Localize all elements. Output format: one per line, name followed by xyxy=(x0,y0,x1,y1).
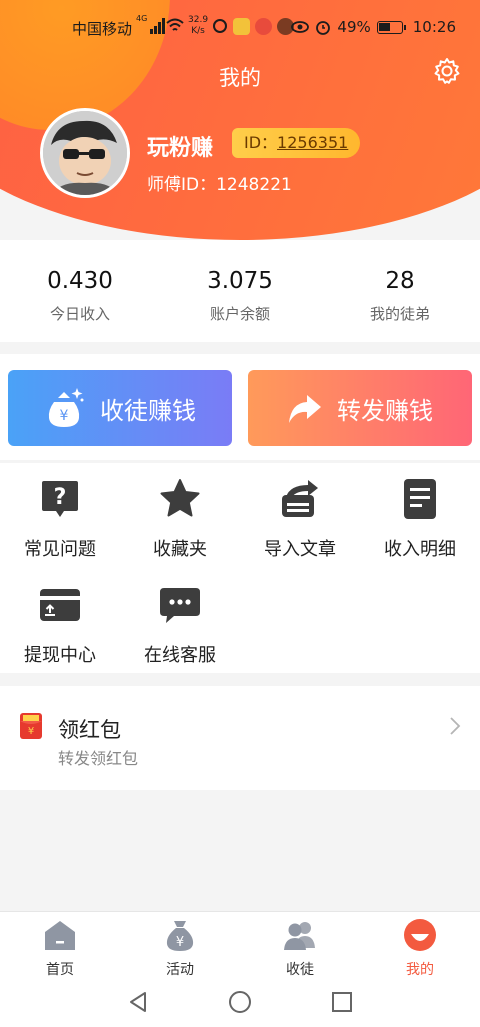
avatar-image xyxy=(43,111,127,195)
money-bag-icon: ¥ xyxy=(166,921,194,951)
master-id-label: 师傅ID： xyxy=(147,175,217,195)
document-icon xyxy=(404,479,436,519)
tab-label: 我的 xyxy=(406,962,434,978)
svg-text:¥: ¥ xyxy=(176,935,184,950)
avatar[interactable] xyxy=(40,108,130,198)
signal-icon xyxy=(138,18,165,34)
battery-icon xyxy=(376,20,406,34)
speed-value: 32.9 xyxy=(188,15,209,25)
profile-header: 中国移动 4G 32.9 K/s 49% 10:26 我的 玩粉赚 ID：125… xyxy=(0,0,480,240)
wifi-icon xyxy=(166,18,184,31)
menu-item-label: 收藏夹 xyxy=(153,539,207,560)
recruit-button[interactable]: ¥ 收徒赚钱 xyxy=(8,370,232,446)
money-bag-icon: ¥ xyxy=(48,388,84,427)
network-speed: 32.9 K/s xyxy=(188,15,208,37)
clock: 10:26 xyxy=(412,18,456,36)
stat-value: 28 xyxy=(385,268,415,294)
tab-label: 活动 xyxy=(166,962,194,978)
stat-label: 账户余额 xyxy=(209,305,270,323)
card-icon xyxy=(40,589,80,621)
menu-item-label: 导入文章 xyxy=(264,539,336,560)
recent-apps-icon[interactable] xyxy=(331,990,353,1014)
id-label: ID： xyxy=(244,133,278,152)
carrier-label: 中国移动 xyxy=(72,20,133,38)
system-nav-bar xyxy=(0,980,480,1027)
eye-icon xyxy=(291,21,310,33)
stat-label: 我的徒弟 xyxy=(369,305,430,323)
chevron-right-icon xyxy=(450,717,461,735)
tab-recruit[interactable]: 收徒 xyxy=(240,912,360,980)
master-id: 师傅ID：1248221 xyxy=(147,170,292,195)
tab-activity[interactable]: ¥ 活动 xyxy=(120,912,240,980)
feature-grid: ? 常见问题 收藏夹 导入文章 收入明细 提现中心 在线客服 xyxy=(0,463,480,673)
stat-account-balance[interactable]: 3.075 账户余额 xyxy=(160,240,320,342)
menu-item-favorites[interactable]: 收藏夹 xyxy=(120,477,240,561)
status-bar: 中国移动 4G 32.9 K/s 49% 10:26 xyxy=(0,0,480,56)
menu-item-label: 提现中心 xyxy=(24,645,96,666)
menu-item-import-article[interactable]: 导入文章 xyxy=(240,477,360,561)
back-icon[interactable] xyxy=(127,990,149,1014)
forward-arrow-icon xyxy=(289,395,321,423)
notification-icons xyxy=(212,18,294,35)
tab-label: 首页 xyxy=(46,962,74,978)
recruit-button-label: 收徒赚钱 xyxy=(100,396,196,425)
tab-home[interactable]: 首页 xyxy=(0,912,120,980)
sync-icon xyxy=(213,19,227,33)
stat-label: 今日收入 xyxy=(49,305,110,323)
menu-item-label: 在线客服 xyxy=(144,645,216,666)
speed-unit: K/s xyxy=(191,26,205,36)
share-button[interactable]: 转发赚钱 xyxy=(248,370,472,446)
battery-percent: 49% xyxy=(337,18,371,36)
question-icon: ? xyxy=(42,481,78,517)
status-right: 49% 10:26 xyxy=(291,18,456,36)
action-buttons: ¥ 收徒赚钱 转发赚钱 xyxy=(0,354,480,460)
menu-item-label: 常见问题 xyxy=(24,539,96,560)
app-notification-icon xyxy=(255,18,272,35)
stat-apprentices[interactable]: 28 我的徒弟 xyxy=(320,240,480,342)
svg-text:?: ? xyxy=(54,485,67,510)
stats-panel: 0.430 今日收入 3.075 账户余额 28 我的徒弟 xyxy=(0,240,480,342)
tab-label: 收徒 xyxy=(286,962,314,978)
bottom-tab-bar: 首页 ¥ 活动 收徒 我的 xyxy=(0,911,480,980)
page-title: 我的 xyxy=(219,66,261,90)
nickname: 玩粉赚 xyxy=(147,136,214,161)
gear-icon[interactable] xyxy=(433,57,461,85)
id-value[interactable]: 1256351 xyxy=(277,133,348,152)
red-packet-subtitle: 转发领红包 xyxy=(58,749,139,768)
menu-item-faq[interactable]: ? 常见问题 xyxy=(0,477,120,561)
red-packet-icon: ¥ xyxy=(20,713,42,739)
master-id-value: 1248221 xyxy=(216,175,292,195)
app-notification-icon xyxy=(233,18,250,35)
alarm-icon xyxy=(316,21,331,35)
menu-item-label: 收入明细 xyxy=(384,539,456,560)
svg-text:¥: ¥ xyxy=(60,408,69,424)
red-packet-title: 领红包 xyxy=(58,718,121,742)
stat-value: 3.075 xyxy=(207,268,273,294)
home-circle-icon[interactable] xyxy=(228,990,252,1014)
svg-text:¥: ¥ xyxy=(28,726,34,737)
menu-item-withdraw[interactable]: 提现中心 xyxy=(0,583,120,667)
star-icon xyxy=(160,479,200,517)
menu-item-customer-service[interactable]: 在线客服 xyxy=(120,583,240,667)
user-id-badge[interactable]: ID：1256351 xyxy=(232,128,361,158)
home-icon xyxy=(45,921,75,950)
tab-profile[interactable]: 我的 xyxy=(360,912,480,980)
import-icon xyxy=(282,480,318,517)
share-button-label: 转发赚钱 xyxy=(337,396,433,425)
chat-icon xyxy=(160,588,200,623)
users-icon xyxy=(284,922,315,950)
red-packet-row[interactable]: ¥ 领红包 转发领红包 xyxy=(0,686,480,790)
stat-today-income[interactable]: 0.430 今日收入 xyxy=(0,240,160,342)
stat-value: 0.430 xyxy=(47,268,113,294)
menu-item-income-details[interactable]: 收入明细 xyxy=(360,477,480,561)
profile-icon xyxy=(404,919,436,951)
